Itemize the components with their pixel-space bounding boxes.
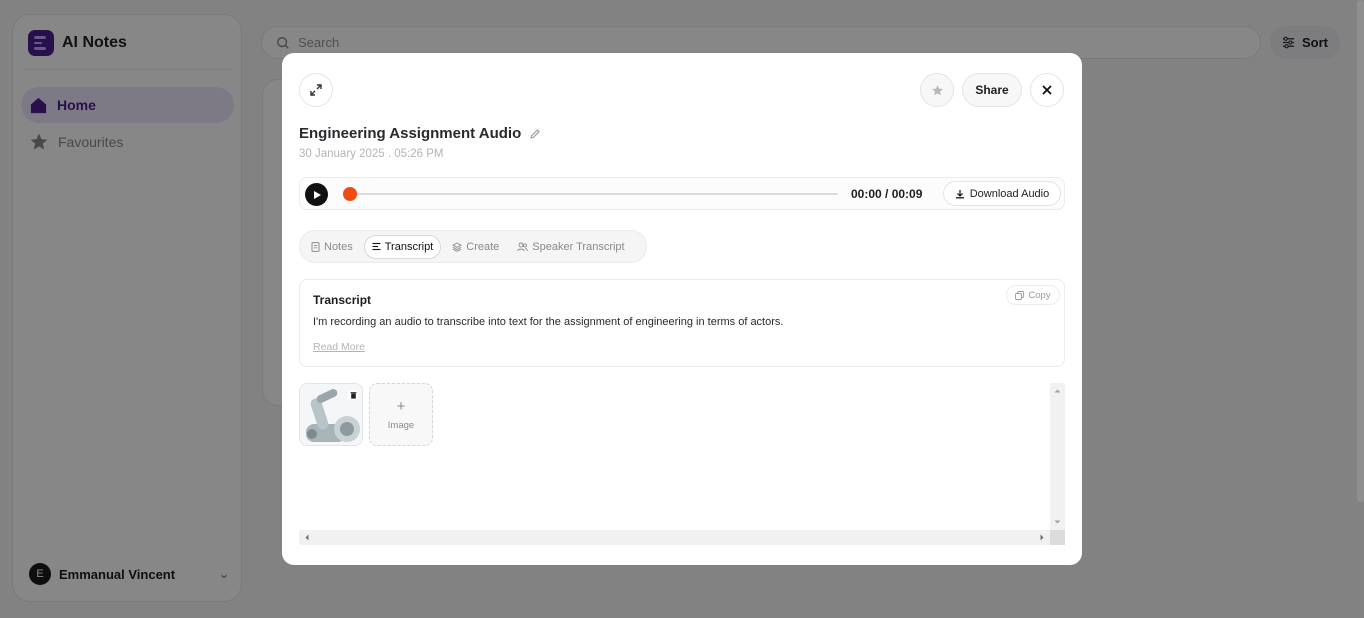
tab-label: Create xyxy=(466,240,500,253)
copy-icon xyxy=(1015,290,1025,300)
note-title: Engineering Assignment Audio xyxy=(299,125,522,142)
tab-label: Notes xyxy=(324,240,353,253)
seek-bar[interactable] xyxy=(344,193,838,195)
favourite-button[interactable] xyxy=(920,73,954,107)
star-icon xyxy=(931,84,943,95)
image-thumbnail[interactable] xyxy=(299,383,363,446)
scroll-up-arrow-icon[interactable] xyxy=(1050,385,1065,397)
expand-icon xyxy=(310,84,322,96)
tab-speaker-transcript[interactable]: Speaker Transcript xyxy=(510,235,631,259)
delete-image-button[interactable] xyxy=(348,390,358,400)
edit-pencil-icon[interactable] xyxy=(529,128,541,140)
page-scrollbar[interactable] xyxy=(1357,0,1364,502)
add-image-button[interactable]: + Image xyxy=(369,383,433,446)
tab-label: Transcript xyxy=(384,240,434,253)
horizontal-scrollbar[interactable] xyxy=(299,530,1050,545)
users-icon xyxy=(517,242,529,251)
share-button[interactable]: Share xyxy=(962,73,1022,107)
tab-notes[interactable]: Notes xyxy=(304,235,360,259)
read-more-link[interactable]: Read More xyxy=(313,341,365,353)
transcript-heading: Transcript xyxy=(313,293,372,307)
seek-handle[interactable] xyxy=(343,187,357,201)
document-icon xyxy=(311,241,320,252)
transcript-card: Transcript Copy I'm recording an audio t… xyxy=(299,279,1065,367)
trash-icon xyxy=(350,392,356,399)
layers-icon xyxy=(452,241,463,252)
time-readout: 00:00 / 00:09 xyxy=(851,187,923,201)
play-icon xyxy=(313,190,321,199)
play-button[interactable] xyxy=(305,183,328,206)
lines-icon xyxy=(372,242,381,251)
download-label: Download Audio xyxy=(969,187,1050,200)
note-detail-modal: Share Engineering Assignment Audio 30 Ja… xyxy=(282,53,1082,565)
audio-player: 00:00 / 00:09 Download Audio xyxy=(299,177,1065,210)
close-icon xyxy=(1042,85,1052,95)
scroll-left-arrow-icon[interactable] xyxy=(301,530,313,545)
close-button[interactable] xyxy=(1030,73,1064,107)
vertical-scrollbar[interactable] xyxy=(1050,383,1065,530)
image-gallery: + Image xyxy=(299,383,1065,545)
plus-icon: + xyxy=(396,397,406,415)
scrollbar-corner xyxy=(1050,530,1065,545)
download-icon xyxy=(955,189,964,198)
scroll-down-arrow-icon[interactable] xyxy=(1050,516,1065,528)
tab-create[interactable]: Create xyxy=(445,235,506,259)
content-tabs: Notes Transcript Create Speaker Transcri… xyxy=(299,230,647,263)
copy-button[interactable]: Copy xyxy=(1006,285,1060,305)
add-image-label: Image xyxy=(387,419,415,431)
scroll-right-arrow-icon[interactable] xyxy=(1036,530,1048,545)
transcript-text: I'm recording an audio to transcribe int… xyxy=(313,316,784,328)
tab-transcript[interactable]: Transcript xyxy=(363,234,442,259)
title-row: Engineering Assignment Audio xyxy=(299,125,541,142)
copy-label: Copy xyxy=(1028,289,1051,301)
tab-label: Speaker Transcript xyxy=(532,240,625,253)
expand-button[interactable] xyxy=(299,73,333,107)
note-date: 30 January 2025 . 05:26 PM xyxy=(299,148,444,160)
download-audio-button[interactable]: Download Audio xyxy=(943,181,1061,206)
